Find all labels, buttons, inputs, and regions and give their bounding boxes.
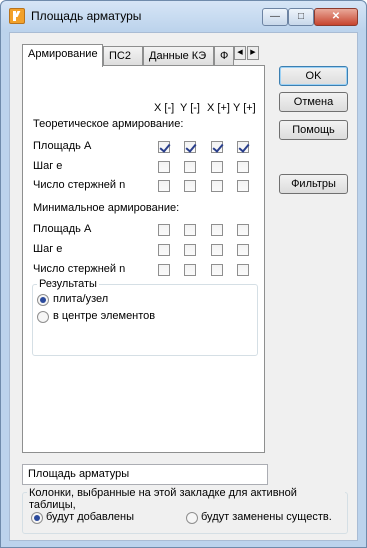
app-logo-icon [9, 8, 25, 24]
minimal-step-y-plus-checkbox[interactable] [237, 244, 249, 256]
theoretical-bars-label: Число стержней n [33, 179, 126, 191]
theoretical-area-x-minus-checkbox[interactable] [158, 141, 170, 153]
theoretical-bars-y-minus-checkbox[interactable] [184, 180, 196, 192]
columns-mode-group-title: Колонки, выбранные на этой закладке для … [27, 487, 345, 511]
columns-mode-radio-replace[interactable] [186, 512, 198, 524]
ok-button[interactable]: OK [279, 66, 348, 86]
minimal-bars-x-minus-checkbox[interactable] [158, 264, 170, 276]
cancel-button[interactable]: Отмена [279, 92, 348, 112]
filters-button[interactable]: Фильтры [279, 174, 348, 194]
results-option-element-center[interactable]: в центре элементов [53, 310, 155, 322]
minimize-button[interactable]: — [262, 8, 288, 26]
theoretical-step-y-plus-checkbox[interactable] [237, 161, 249, 173]
results-group: Результаты плита/узел в центре элементов [32, 278, 258, 356]
column-header-x-plus: X [+] [207, 102, 230, 114]
minimal-step-x-plus-checkbox[interactable] [211, 244, 223, 256]
tab-scroll-left-icon[interactable]: ◀ [234, 46, 246, 60]
tab-scroll-right-icon[interactable]: ▶ [247, 46, 259, 60]
results-radio-plate-node[interactable] [37, 294, 49, 306]
columns-mode-radio-add[interactable] [31, 512, 43, 524]
theoretical-step-x-plus-checkbox[interactable] [211, 161, 223, 173]
tab-ps2[interactable]: ПС2 [103, 46, 143, 66]
minimal-bars-x-plus-checkbox[interactable] [211, 264, 223, 276]
theoretical-bars-x-plus-checkbox[interactable] [211, 180, 223, 192]
maximize-button[interactable]: □ [288, 8, 314, 26]
column-header-y-plus: Y [+] [233, 102, 256, 114]
theoretical-area-y-plus-checkbox[interactable] [237, 141, 249, 153]
tab-reinforcement[interactable]: Армирование [22, 44, 103, 67]
minimal-area-y-minus-checkbox[interactable] [184, 224, 196, 236]
theoretical-step-x-minus-checkbox[interactable] [158, 161, 170, 173]
theoretical-area-y-minus-checkbox[interactable] [184, 141, 196, 153]
column-header-x-minus: X [-] [154, 102, 175, 114]
tab-panel-reinforcement: X [-] Y [-] X [+] Y [+] Теоретическое ар… [22, 65, 265, 453]
minimal-area-y-plus-checkbox[interactable] [237, 224, 249, 236]
columns-mode-option-replace[interactable]: будут заменены существ. [201, 511, 332, 523]
theoretical-area-x-plus-checkbox[interactable] [211, 141, 223, 153]
tab-fe-data[interactable]: Данные КЭ [143, 46, 214, 66]
theoretical-step-label: Шаг e [33, 160, 63, 172]
minimal-step-y-minus-checkbox[interactable] [184, 244, 196, 256]
minimal-bars-y-plus-checkbox[interactable] [237, 264, 249, 276]
close-button[interactable]: ✕ [314, 8, 358, 26]
minimal-bars-y-minus-checkbox[interactable] [184, 264, 196, 276]
results-group-title: Результаты [37, 278, 99, 290]
tab-f[interactable]: Ф [214, 46, 234, 66]
minimal-area-label: Площадь A [33, 223, 92, 235]
help-button[interactable]: Помощь [279, 120, 348, 140]
minimal-area-x-minus-checkbox[interactable] [158, 224, 170, 236]
theoretical-section-title: Теоретическое армирование: [33, 118, 184, 130]
results-radio-element-center[interactable] [37, 311, 49, 323]
theoretical-step-y-minus-checkbox[interactable] [184, 161, 196, 173]
minimal-bars-label: Число стержней n [33, 263, 126, 275]
results-option-plate-node[interactable]: плита/узел [53, 293, 108, 305]
minimal-step-label: Шаг e [33, 243, 63, 255]
minimal-step-x-minus-checkbox[interactable] [158, 244, 170, 256]
columns-mode-option-add[interactable]: будут добавлены [46, 511, 134, 523]
column-name-field[interactable]: Площадь арматуры [22, 464, 268, 485]
title-bar[interactable]: Площадь арматуры — □ ✕ [1, 1, 366, 31]
column-header-y-minus: Y [-] [180, 102, 200, 114]
dialog-client-area: Армирование ПС2 Данные КЭ Ф ◀ ▶ X [-] Y … [9, 32, 358, 541]
columns-mode-group: Колонки, выбранные на этой закладке для … [22, 487, 348, 534]
dialog-window: Площадь арматуры — □ ✕ Армирование ПС2 Д… [0, 0, 367, 548]
theoretical-area-label: Площадь A [33, 140, 92, 152]
minimal-area-x-plus-checkbox[interactable] [211, 224, 223, 236]
theoretical-bars-x-minus-checkbox[interactable] [158, 180, 170, 192]
window-title: Площадь арматуры [31, 9, 142, 23]
minimal-section-title: Минимальное армирование: [33, 202, 180, 214]
theoretical-bars-y-plus-checkbox[interactable] [237, 180, 249, 192]
